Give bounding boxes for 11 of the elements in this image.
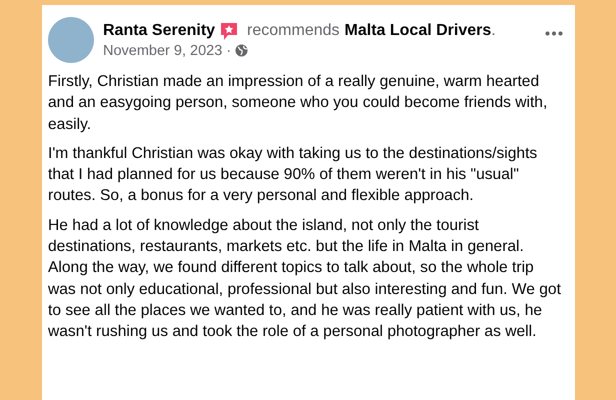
recommendation-badge-icon — [220, 22, 238, 40]
action-text: recommends — [247, 22, 340, 40]
review-paragraph: I'm thankful Christian was okay with taking us to the destinations/sights that I had planned for us because 90% of them weren't in his "usual" routes. So, a bonus for a very personal and flexible approach. — [48, 144, 538, 206]
review-paragraph: Firstly, Christian made an impression of a really genuine, warm hearted and an easygoing person, someone who you could become friends with, easily. — [48, 72, 548, 135]
period-text: . — [491, 22, 496, 40]
review-paragraph: He had a lot of knowledge about the island, not only the tourist destinations, restaurants, markets etc. but the life in Malta in general. Along the way, we found different topics to talk about, so the whole trip was not only educational, professional but also interesting and fun. We got to see all the places we wanted to, and he was really patient with us, he wasn't rushing us and took the role of a personal photographer as well. — [48, 216, 562, 342]
page-link[interactable]: Malta Local Drivers — [344, 22, 492, 40]
more-options-icon[interactable] — [545, 31, 563, 36]
globe-icon — [235, 44, 248, 57]
post-date[interactable]: November 9, 2023 · — [103, 42, 232, 58]
author-name[interactable]: Ranta Serenity — [103, 22, 216, 40]
